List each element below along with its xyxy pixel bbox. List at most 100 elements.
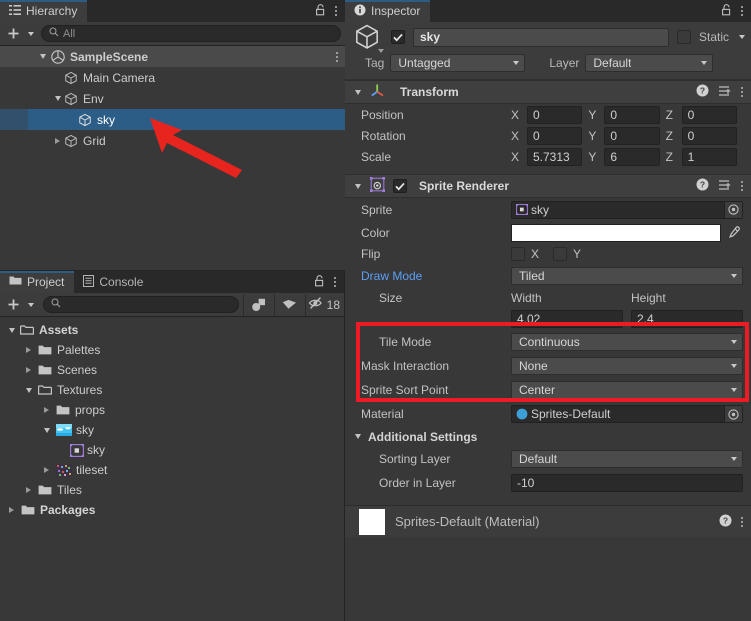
scale-z-input[interactable]: 1 [681, 147, 737, 166]
kebab-menu-icon[interactable] [334, 277, 336, 287]
lock-icon[interactable] [314, 274, 325, 290]
tab-hierarchy[interactable]: Hierarchy [0, 0, 88, 22]
material-object-field[interactable]: Sprites-Default [511, 405, 743, 423]
sorting-layer-dropdown[interactable]: Default [511, 450, 743, 468]
chevron-right-icon[interactable] [22, 347, 35, 353]
project-item-sky-sprite[interactable]: sky [0, 440, 344, 460]
chevron-down-icon[interactable] [5, 328, 18, 333]
kebab-menu-icon[interactable] [741, 6, 743, 16]
tab-console[interactable]: Console [74, 271, 154, 293]
mask-interaction-dropdown[interactable]: None [511, 357, 743, 375]
project-search-input[interactable] [43, 296, 239, 313]
layer-dropdown[interactable]: Default [585, 54, 714, 72]
chevron-down-icon[interactable] [51, 96, 64, 101]
lock-icon[interactable] [315, 3, 326, 19]
kebab-menu-icon[interactable] [336, 51, 338, 62]
order-in-layer-input[interactable]: -10 [511, 474, 743, 492]
hierarchy-tree[interactable]: SampleScene Main Camera Env sky Grid [0, 46, 345, 270]
sprite-renderer-enabled-checkbox[interactable] [393, 179, 407, 193]
object-picker-icon[interactable] [724, 201, 742, 218]
chevron-right-icon[interactable] [5, 507, 18, 513]
sprite-sort-point-dropdown[interactable]: Center [511, 381, 743, 399]
flip-y-checkbox[interactable] [553, 247, 568, 261]
project-item-packages[interactable]: Packages [0, 500, 344, 520]
scale-y-input[interactable]: 6 [604, 147, 660, 166]
chevron-down-icon[interactable] [22, 388, 35, 393]
rotation-z-input[interactable]: 0 [681, 126, 737, 145]
sprite-object-field[interactable]: sky [511, 200, 743, 219]
object-picker-icon[interactable] [724, 406, 742, 422]
hierarchy-add-button[interactable] [4, 27, 37, 40]
tile-mode-dropdown[interactable]: Continuous [511, 333, 743, 351]
project-item-tiles[interactable]: Tiles [0, 480, 344, 500]
project-item-assets[interactable]: Assets [0, 320, 344, 340]
lock-icon[interactable] [721, 3, 732, 19]
hierarchy-search-input[interactable]: All [41, 25, 341, 42]
help-icon[interactable]: ? [696, 178, 709, 194]
project-item-sky-folder[interactable]: sky [0, 420, 344, 440]
color-swatch[interactable] [511, 223, 721, 242]
scale-x-input[interactable]: 5.7313 [527, 147, 583, 166]
size-width-input[interactable]: 4.02 [511, 310, 623, 328]
chevron-down-icon[interactable] [351, 184, 364, 189]
tag-dropdown[interactable]: Untagged [390, 54, 526, 72]
eyedropper-icon[interactable] [723, 225, 745, 240]
chevron-down-icon[interactable] [351, 90, 364, 95]
gameobject-cube-icon[interactable] [353, 23, 384, 53]
chevron-down-icon[interactable] [351, 434, 364, 439]
project-item-label: props [75, 403, 106, 417]
chevron-down-icon[interactable] [739, 35, 745, 39]
project-add-button[interactable] [4, 298, 37, 311]
project-item-scenes[interactable]: Scenes [0, 360, 344, 380]
rotation-x-input[interactable]: 0 [527, 126, 583, 145]
gameobject-name-input[interactable]: sky [413, 27, 669, 47]
position-x-input[interactable]: 0 [527, 105, 583, 124]
chevron-right-icon[interactable] [40, 467, 53, 473]
static-checkbox[interactable] [676, 30, 691, 44]
tab-project[interactable]: Project [0, 271, 75, 293]
additional-settings-foldout[interactable]: Additional Settings [345, 426, 751, 447]
color-field-row: Color [345, 221, 751, 244]
folder-icon [9, 275, 22, 289]
preset-icon[interactable] [718, 178, 732, 194]
kebab-menu-icon[interactable] [741, 516, 743, 527]
help-icon[interactable]: ? [696, 84, 709, 100]
chevron-right-icon[interactable] [51, 138, 64, 144]
chevron-down-icon[interactable] [40, 428, 53, 433]
draw-mode-dropdown[interactable]: Tiled [511, 267, 743, 285]
hierarchy-item-main-camera[interactable]: Main Camera [0, 67, 345, 88]
transform-component-header[interactable]: Transform ? [345, 80, 751, 104]
chevron-right-icon[interactable] [40, 407, 53, 413]
hierarchy-item-samplescene[interactable]: SampleScene [0, 46, 345, 67]
search-by-type-icon[interactable] [243, 293, 274, 316]
kebab-menu-icon[interactable] [335, 6, 337, 16]
search-by-label-icon[interactable] [274, 293, 305, 316]
hierarchy-item-grid[interactable]: Grid [0, 130, 345, 151]
project-tree[interactable]: Assets Palettes Scenes Textures props sk… [0, 317, 344, 621]
sprite-renderer-title: Sprite Renderer [419, 179, 510, 193]
flip-x-checkbox[interactable] [511, 247, 525, 261]
position-z-input[interactable]: 0 [681, 105, 737, 124]
rotation-y-input[interactable]: 0 [604, 126, 660, 145]
project-item-palettes[interactable]: Palettes [0, 340, 344, 360]
hierarchy-item-sky[interactable]: sky [0, 109, 345, 130]
chevron-down-icon[interactable] [36, 54, 49, 59]
preset-icon[interactable] [718, 84, 732, 100]
size-height-input[interactable]: 2.4 [631, 310, 743, 328]
gameobject-enabled-checkbox[interactable] [391, 30, 405, 44]
kebab-menu-icon[interactable] [741, 181, 743, 191]
sprite-renderer-component-header[interactable]: Sprite Renderer ? [345, 174, 751, 198]
project-item-textures[interactable]: Textures [0, 380, 344, 400]
chevron-right-icon[interactable] [22, 487, 35, 493]
project-item-props[interactable]: props [0, 400, 344, 420]
hierarchy-item-env[interactable]: Env [0, 88, 345, 109]
material-preview-header[interactable]: Sprites-Default (Material) ? [345, 505, 751, 537]
hidden-assets-toggle[interactable]: 18 [306, 294, 344, 316]
help-icon[interactable]: ? [719, 514, 732, 530]
project-item-tileset[interactable]: tileset [0, 460, 344, 480]
position-y-input[interactable]: 0 [604, 105, 660, 124]
tab-inspector[interactable]: Inspector [345, 0, 431, 22]
kebab-menu-icon[interactable] [741, 87, 743, 97]
hierarchy-item-label: Main Camera [83, 70, 156, 85]
chevron-right-icon[interactable] [22, 367, 35, 373]
